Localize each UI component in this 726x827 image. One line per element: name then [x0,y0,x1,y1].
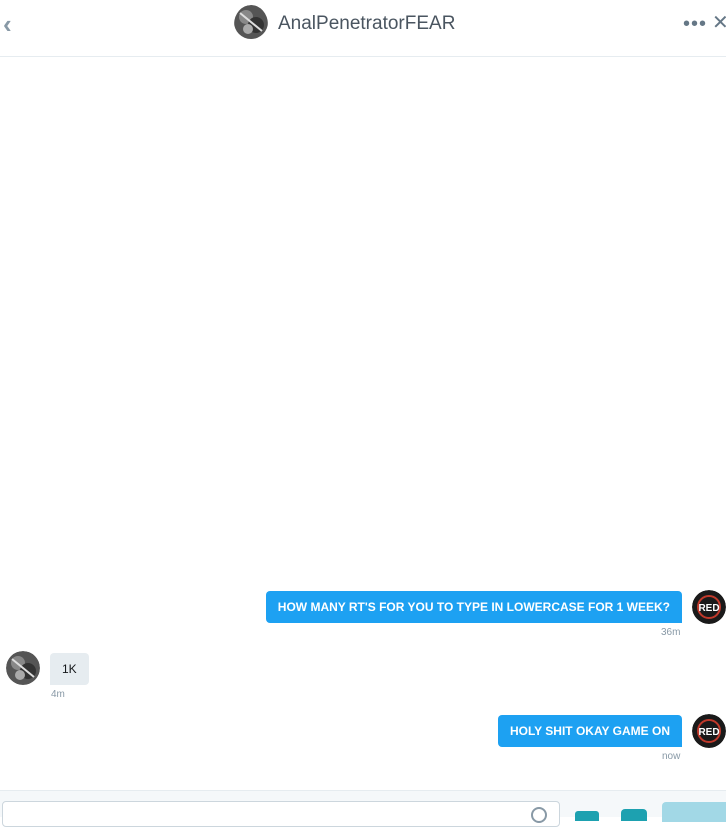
close-icon[interactable]: ✕ [712,11,726,35]
message-timestamp: now [662,751,681,762]
avatar[interactable]: RED [692,590,726,624]
header-user[interactable]: AnalPenetratorFEAR [234,4,456,44]
outgoing-message: HOLY SHIT OKAY GAME ON [497,715,682,747]
outgoing-message: HOW MANY RT'S FOR YOU TO TYPE IN LOWERCA… [265,591,682,623]
svg-text:RED: RED [698,727,719,738]
more-dots-icon[interactable]: ••• [683,14,707,34]
chevron-left-icon[interactable]: ‹ [3,11,19,37]
message-input[interactable] [2,801,560,827]
message-composer [0,790,726,827]
conversation-header: ‹ AnalPenetratorFEAR ••• ✕ [0,0,726,57]
emoji-icon[interactable] [531,807,547,823]
conversation-title: AnalPenetratorFEAR [278,13,456,34]
message-timestamp: 4m [51,689,65,700]
svg-text:RED: RED [698,603,719,614]
avatar[interactable] [234,4,268,44]
message-text: 1K [62,662,77,676]
avatar[interactable] [6,651,40,685]
message-text: HOW MANY RT'S FOR YOU TO TYPE IN LOWERCA… [277,600,670,614]
incoming-message: 1K [50,653,89,685]
send-button[interactable] [662,802,726,822]
camera-icon[interactable] [621,809,647,821]
avatar[interactable]: RED [692,714,726,748]
message-text: HOLY SHIT OKAY GAME ON [509,724,670,738]
message-timestamp: 36m [661,627,681,638]
gif-icon[interactable] [575,811,599,821]
